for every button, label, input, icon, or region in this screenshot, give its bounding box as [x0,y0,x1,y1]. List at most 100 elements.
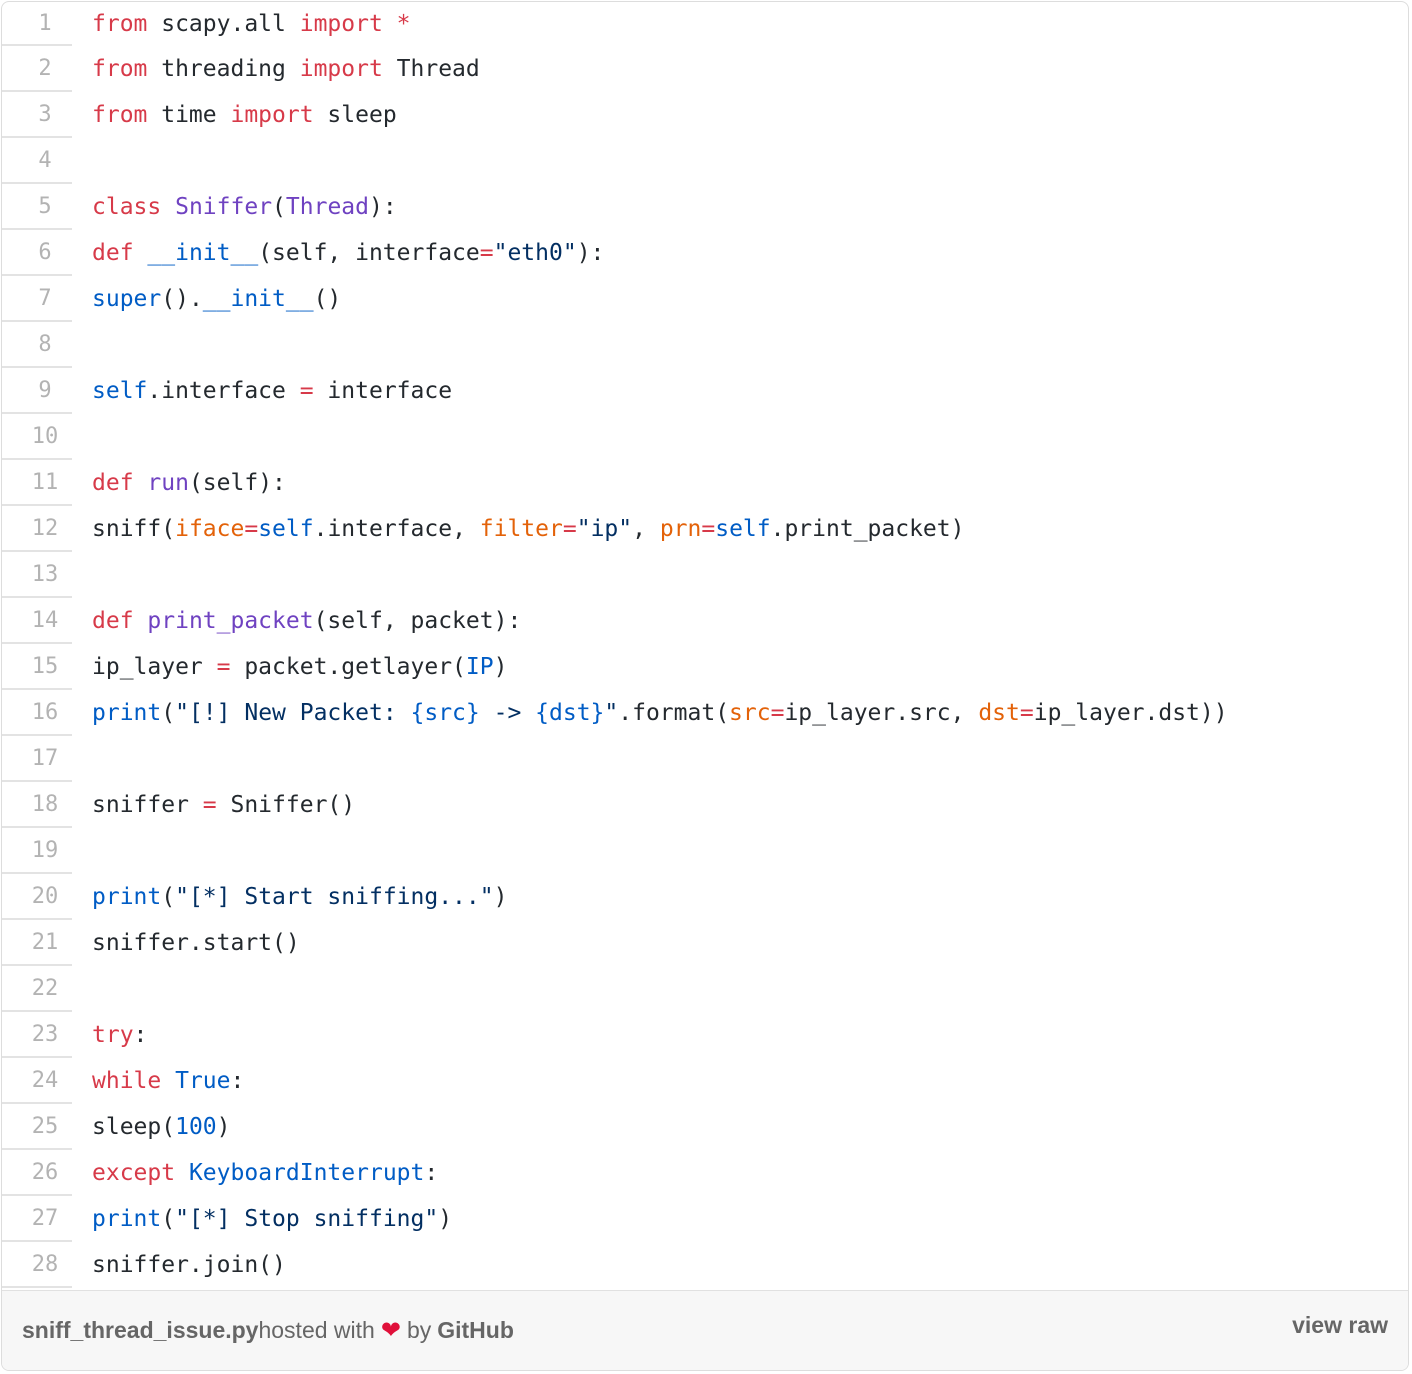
code-token: def [92,240,134,266]
code-token: .interface, [313,516,480,542]
code-token: ( [161,884,176,910]
github-link[interactable]: GitHub [437,1317,514,1344]
line-number[interactable]: 9 [2,368,72,414]
line-number[interactable]: 25 [2,1104,72,1150]
code-token: packet.getlayer( [230,654,466,680]
line-number[interactable]: 24 [2,1058,72,1104]
line-number[interactable]: 14 [2,598,72,644]
code-text: super().__init__() [72,276,1408,322]
line-number[interactable]: 8 [2,322,72,368]
line-number[interactable]: 10 [2,414,72,460]
code-token: sleep [313,102,397,128]
line-number[interactable]: 13 [2,552,72,598]
code-text: from time import sleep [72,92,1408,138]
code-token: " [604,700,619,726]
code-token: Sniffer() [216,792,356,818]
code-line: 4 [2,138,1408,184]
line-number[interactable]: 6 [2,230,72,276]
code-text: def run(self): [72,460,1408,506]
code-token: ) [438,1206,453,1232]
code-token: self [258,516,314,542]
code-token: run [147,470,189,496]
code-token: : [133,1022,148,1048]
code-line: 19 [2,828,1408,874]
line-number[interactable]: 2 [2,46,72,92]
line-number[interactable]: 7 [2,276,72,322]
line-number[interactable]: 3 [2,92,72,138]
view-raw-link[interactable]: view raw [1292,1312,1388,1339]
code-line: 6 def __init__(self, interface="eth0"): [2,230,1408,276]
code-token: sniffer.start() [92,930,300,956]
code-line: 16 print("[!] New Packet: {src} -> {dst}"… [2,690,1408,736]
code-token: = [562,516,577,542]
line-number[interactable]: 21 [2,920,72,966]
code-token: src [729,700,771,726]
code-line: 21 sniffer.start() [2,920,1408,966]
line-number[interactable]: 5 [2,184,72,230]
code-text: print("[!] New Packet: {src} -> {dst}".f… [72,690,1408,736]
code-token: "ip" [576,516,633,542]
line-number[interactable]: 18 [2,782,72,828]
line-number[interactable]: 15 [2,644,72,690]
code-token: ip_layer [92,654,217,680]
line-number[interactable]: 22 [2,966,72,1012]
code-line: 24 while True: [2,1058,1408,1104]
line-number[interactable]: 19 [2,828,72,874]
line-number[interactable]: 4 [2,138,72,184]
line-number[interactable]: 26 [2,1150,72,1196]
code-line: 20 print("[*] Start sniffing...") [2,874,1408,920]
filename-link[interactable]: sniff_thread_issue.py [22,1317,258,1344]
code-token: True [175,1068,231,1094]
code-token: __init__ [147,240,259,266]
line-number[interactable]: 16 [2,690,72,736]
code-text: except KeyboardInterrupt: [72,1150,1408,1196]
code-token: print [92,884,162,910]
code-token: (). [161,286,203,312]
code-line: 13 [2,552,1408,598]
code-token: : [424,1160,439,1186]
code-token: = [479,240,494,266]
code-token: ) [493,654,508,680]
line-number[interactable]: 28 [2,1242,72,1288]
by-text: by [406,1317,432,1343]
code-line: 9 self.interface = interface [2,368,1408,414]
code-token: ( [161,1206,176,1232]
line-number[interactable]: 17 [2,736,72,782]
code-token: sniffer.join() [92,1252,286,1278]
code-token: .interface [147,378,300,404]
code-token: 100 [175,1114,217,1140]
code-token: sniffer [92,792,203,818]
code-line: 3 from time import sleep [2,92,1408,138]
code-line: 12 sniff(iface=self.interface, filter="ip… [2,506,1408,552]
code-token: from [92,11,148,37]
code-token: (self, interface [258,240,480,266]
code-token: , [632,516,660,542]
code-token: (self): [188,470,286,496]
code-line: 14 def print_packet(self, packet): [2,598,1408,644]
code-line: 28 sniffer.join() [2,1242,1408,1288]
code-text: sleep(100) [72,1104,1408,1150]
code-token: from [92,56,148,82]
line-number[interactable]: 23 [2,1012,72,1058]
hosted-with-text: hosted with [258,1317,375,1343]
line-number[interactable]: 1 [2,2,72,46]
line-number[interactable]: 27 [2,1196,72,1242]
line-number[interactable]: 11 [2,460,72,506]
code-token: scapy.all [147,11,300,37]
code-text: def __init__(self, interface="eth0"): [72,230,1408,276]
code-token: import [299,56,383,82]
code-token: = [1019,700,1034,726]
code-token: def [92,470,134,496]
code-token: super [92,286,162,312]
line-number[interactable]: 12 [2,506,72,552]
code-token: ( [161,700,176,726]
code-token: .print_packet) [770,516,965,542]
code-token: = [701,516,716,542]
line-number[interactable]: 20 [2,874,72,920]
